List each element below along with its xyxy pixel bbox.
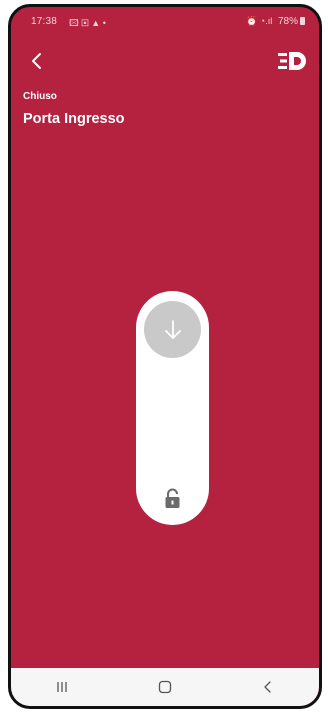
status-time: 17:38 [31,16,58,27]
battery-icon [300,17,305,25]
lock-icon [165,488,180,508]
chevron-left-icon [32,53,41,69]
system-nav-bar [11,668,319,706]
recent-apps-icon [57,682,67,692]
signal-icons: ⏰ ◔.ıl [246,16,273,26]
status-bar: 17:38 🖾 ▣ ▲ • ⏰ ◔.ıl 78% [11,7,319,37]
phone-screen: 17:38 🖾 ▣ ▲ • ⏰ ◔.ıl 78% Chiuso Porta In… [8,4,322,709]
status-right-group: ⏰ ◔.ıl 78% [246,16,305,27]
home-icon [158,680,172,694]
home-button[interactable] [114,668,217,706]
unlock-slider[interactable] [136,291,209,525]
door-name-title: Porta Ingresso [23,111,125,127]
door-state-label: Chiuso [23,91,57,102]
back-icon [264,681,271,693]
nav-back-button[interactable] [216,668,319,706]
notification-icons: 🖾 ▣ ▲ • [69,18,106,28]
battery-percentage: 78% [277,16,298,27]
slider-knob[interactable] [144,301,201,358]
top-bar [11,45,319,77]
brand-logo-icon [277,49,311,73]
arrow-down-icon [164,319,181,339]
back-button[interactable] [21,45,53,77]
recent-apps-button[interactable] [11,668,114,706]
